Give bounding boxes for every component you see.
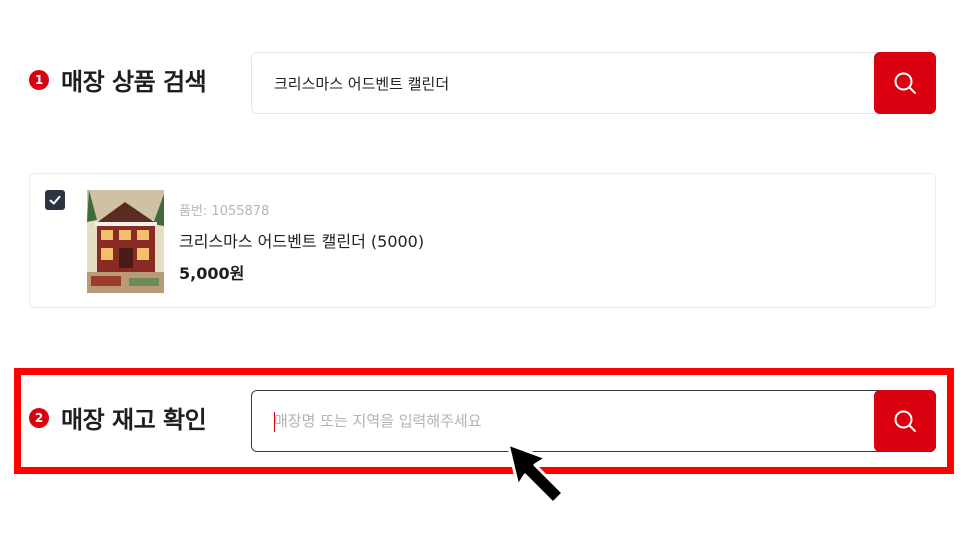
product-thumbnail [87,190,164,293]
product-search-button[interactable] [874,52,936,114]
product-search-input[interactable] [274,53,834,113]
mouse-pointer-icon [506,442,565,505]
store-product-search-heading: 1 매장 상품 검색 [29,62,207,97]
highlight-frame [14,368,954,474]
product-select-checkbox[interactable] [45,190,65,210]
step-number-1: 1 [29,69,49,90]
product-code: 품번: 1055878 [179,204,270,219]
product-price: 5,000원 [179,264,245,283]
check-icon [49,195,61,205]
product-name: 크리스마스 어드벤트 캘린더 (5000) [179,232,425,251]
search-icon [894,72,916,94]
product-search-box [251,52,936,114]
store-product-search-label: 매장 상품 검색 [61,68,207,96]
product-result-card[interactable]: 품번: 1055878 크리스마스 어드벤트 캘린더 (5000) 5,000원 [29,173,936,308]
